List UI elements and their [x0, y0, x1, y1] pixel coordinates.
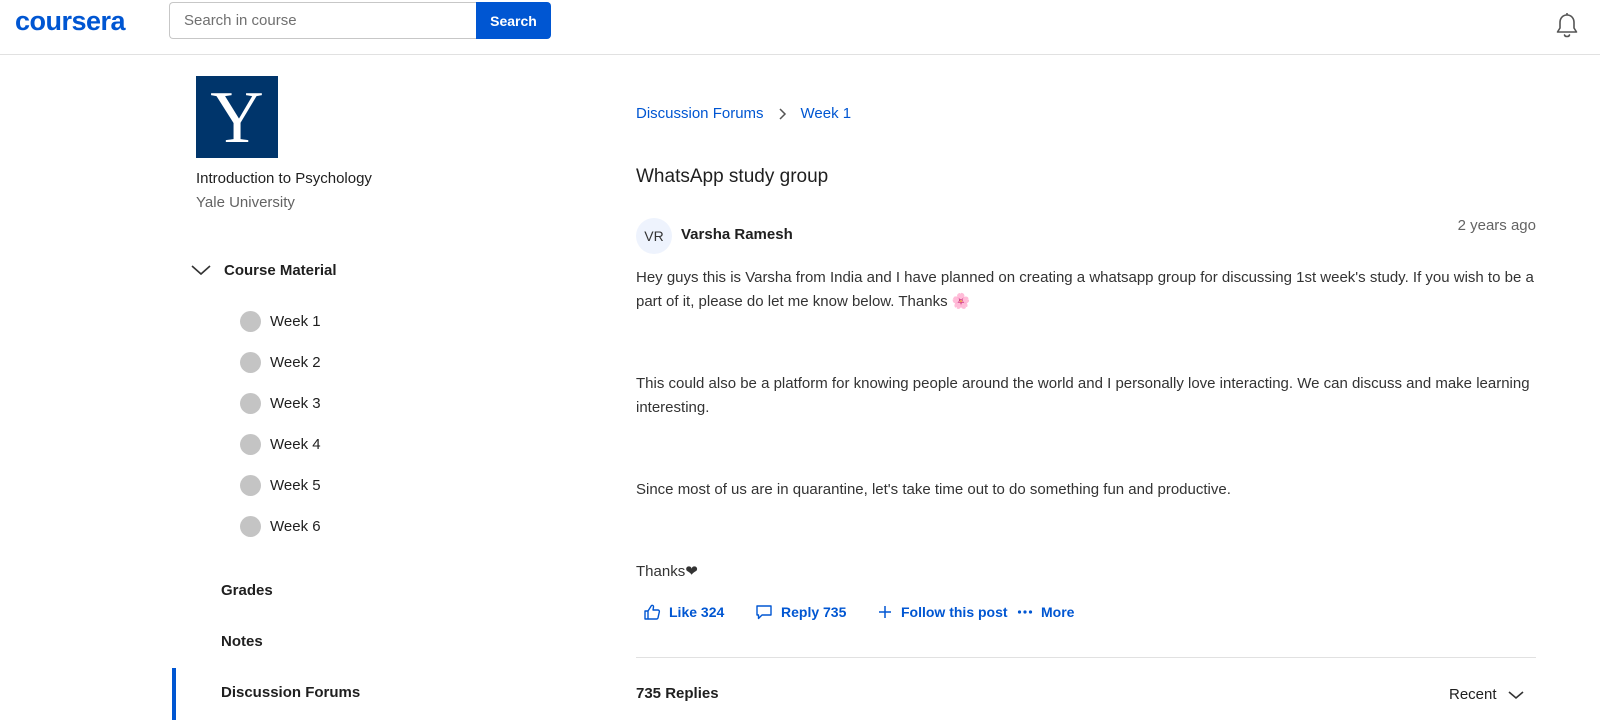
week-label: Week 4 [270, 435, 321, 453]
active-indicator [172, 668, 176, 720]
progress-circle-icon [240, 433, 261, 455]
post-paragraph: Thanks❤ [636, 563, 698, 580]
breadcrumb-week-1[interactable]: Week 1 [801, 105, 852, 122]
more-button[interactable]: More [1017, 600, 1074, 624]
course-title[interactable]: Introduction to Psychology [196, 170, 372, 187]
breadcrumb: Discussion Forums Week 1 [636, 105, 851, 122]
sidebar-item-week-5[interactable]: Week 5 [240, 473, 321, 497]
yale-logo: Y [196, 76, 278, 159]
university-name: Yale University [196, 194, 295, 211]
sidebar-item-week-3[interactable]: Week 3 [240, 391, 321, 415]
more-dots-icon [1017, 610, 1033, 614]
post-title: WhatsApp study group [636, 166, 829, 187]
sidebar-item-discussion-forums[interactable]: Discussion Forums [221, 684, 360, 701]
chevron-down-icon [1508, 690, 1524, 699]
course-material-toggle[interactable]: Course Material [190, 258, 337, 282]
post-paragraph: Since most of us are in quarantine, let'… [636, 481, 1231, 498]
week-label: Week 3 [270, 394, 321, 412]
sidebar-item-week-4[interactable]: Week 4 [240, 432, 321, 456]
sidebar-item-week-6[interactable]: Week 6 [240, 514, 321, 538]
divider [636, 657, 1536, 658]
search-button[interactable]: Search [476, 2, 551, 39]
post-timestamp: 2 years ago [1457, 217, 1536, 234]
chevron-right-icon [779, 107, 786, 120]
avatar[interactable]: VR [636, 218, 672, 254]
post-paragraph: Hey guys this is Varsha from India and I… [636, 269, 1534, 310]
sort-dropdown[interactable]: Recent [1449, 686, 1525, 703]
bell-icon[interactable] [1554, 12, 1580, 40]
week-label: Week 6 [270, 517, 321, 535]
like-label: Like 324 [669, 604, 725, 620]
follow-post-button[interactable]: Follow this post [877, 600, 1008, 624]
more-label: More [1041, 604, 1075, 620]
breadcrumb-discussion-forums[interactable]: Discussion Forums [636, 105, 764, 122]
coursera-logo[interactable]: coursera [15, 6, 126, 37]
sidebar-item-week-1[interactable]: Week 1 [240, 309, 321, 333]
progress-circle-icon [240, 474, 261, 496]
chevron-down-icon [191, 265, 211, 276]
week-label: Week 1 [270, 312, 321, 330]
reply-label: Reply 735 [781, 604, 847, 620]
sidebar-item-week-2[interactable]: Week 2 [240, 350, 321, 374]
thumbs-up-icon [644, 604, 661, 620]
sort-label: Recent [1449, 686, 1497, 703]
comment-icon [756, 605, 772, 620]
progress-circle-icon [240, 515, 261, 537]
search-input[interactable] [169, 2, 477, 39]
progress-circle-icon [240, 310, 261, 332]
plus-icon [879, 606, 891, 618]
reply-button[interactable]: Reply 735 [755, 600, 846, 624]
follow-label: Follow this post [901, 604, 1008, 620]
progress-circle-icon [240, 351, 261, 373]
week-label: Week 2 [270, 353, 321, 371]
sidebar-item-notes[interactable]: Notes [221, 633, 263, 650]
author-name[interactable]: Varsha Ramesh [681, 226, 793, 243]
week-label: Week 5 [270, 476, 321, 494]
replies-count: 735 Replies [636, 685, 719, 702]
section-label: Course Material [224, 261, 337, 279]
progress-circle-icon [240, 392, 261, 414]
top-navigation-bar: coursera Search [0, 0, 1600, 55]
post-paragraph: This could also be a platform for knowin… [636, 375, 1530, 416]
sidebar-item-grades[interactable]: Grades [221, 582, 273, 599]
like-button[interactable]: Like 324 [643, 600, 724, 624]
